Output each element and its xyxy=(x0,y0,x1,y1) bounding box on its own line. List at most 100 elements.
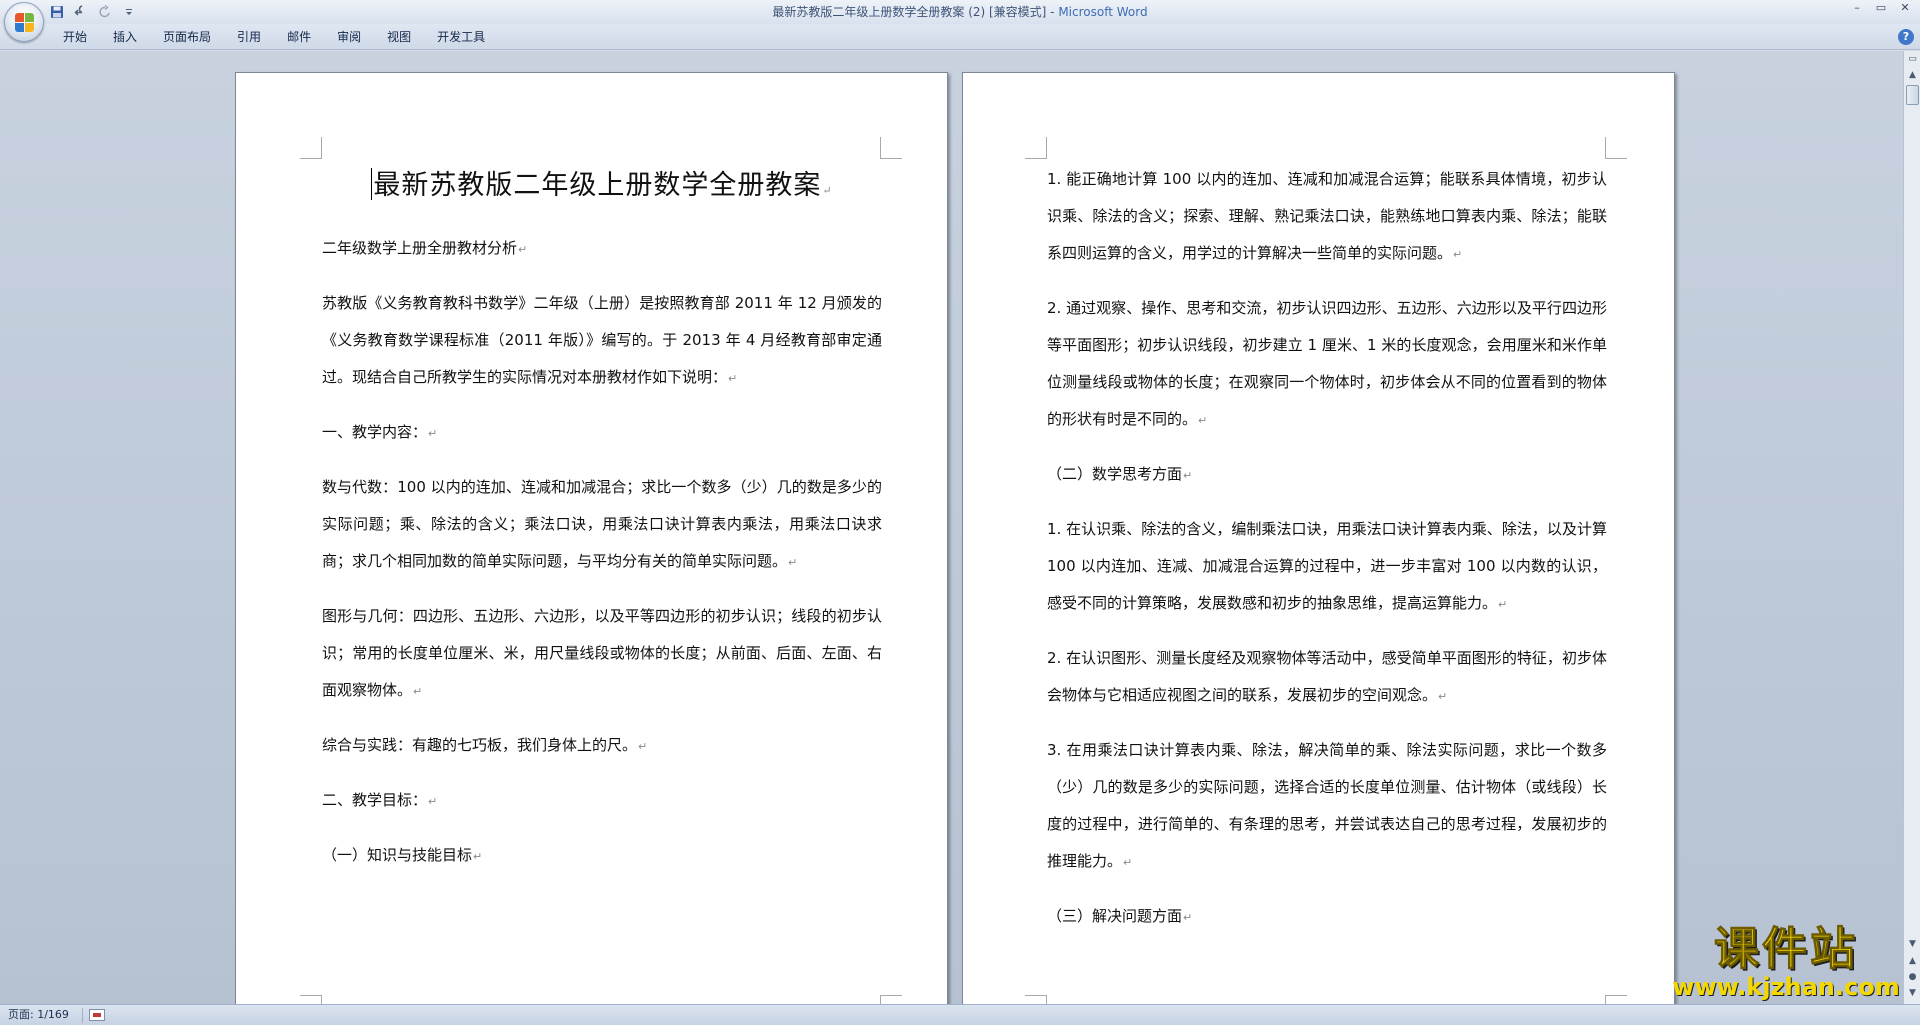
undo-icon[interactable] xyxy=(72,3,90,21)
document-title-text: 最新苏教版二年级上册数学全册教案 xyxy=(373,170,822,201)
paragraph: 苏教版《义务教育教科书数学》二年级（上册）是按照教育部 2011 年 12 月颁… xyxy=(322,285,882,397)
paragraph: 综合与实践：有趣的七巧板，我们身体上的尺。↵ xyxy=(322,727,882,765)
tab-mailings[interactable]: 邮件 xyxy=(274,24,324,50)
quick-access-toolbar xyxy=(48,3,138,21)
margin-corner-mark xyxy=(1025,137,1047,159)
ribbon-tabs: 开始 插入 页面布局 引用 邮件 审阅 视图 开发工具 xyxy=(50,24,498,50)
margin-corner-mark xyxy=(300,995,322,1004)
office-button[interactable] xyxy=(4,2,44,42)
paragraph: 1. 能正确地计算 100 以内的连加、连减和加减混合运算；能联系具体情境，初步… xyxy=(1047,161,1607,273)
paragraph: 一、教学内容：↵ xyxy=(322,414,882,452)
paragraph-text: 综合与实践：有趣的七巧板，我们身体上的尺。 xyxy=(322,736,638,754)
page-1[interactable]: 最新苏教版二年级上册数学全册教案↵ 二年级数学上册全册教材分析↵ 苏教版《义务教… xyxy=(235,72,948,1004)
restore-button[interactable]: ▭ xyxy=(1870,0,1892,16)
paragraph-mark: ↵ xyxy=(428,795,438,808)
page-2[interactable]: 1. 能正确地计算 100 以内的连加、连减和加减混合运算；能联系具体情境，初步… xyxy=(962,72,1675,1004)
margin-corner-mark xyxy=(880,137,902,159)
margin-corner-mark xyxy=(1025,995,1047,1004)
paragraph-text: 2. 在认识图形、测量长度经及观察物体等活动中，感受简单平面图形的特征，初步体会… xyxy=(1047,649,1607,704)
paragraph-mark: ↵ xyxy=(728,372,738,385)
tab-page-layout[interactable]: 页面布局 xyxy=(150,24,224,50)
margin-corner-mark xyxy=(300,137,322,159)
vertical-scrollbar[interactable]: ▭ ▲ ▼ ▲ ● ▼ xyxy=(1903,51,1920,1004)
page-2-body: 1. 能正确地计算 100 以内的连加、连减和加减混合运算；能联系具体情境，初步… xyxy=(1047,161,1607,953)
paragraph-mark: ↵ xyxy=(518,243,528,256)
margin-corner-mark xyxy=(880,995,902,1004)
select-browse-object-icon[interactable]: ● xyxy=(1905,969,1920,985)
ruler-toggle-icon[interactable]: ▭ xyxy=(1905,51,1920,67)
paragraph-mark: ↵ xyxy=(473,850,483,863)
paragraph-text: 2. 通过观察、操作、思考和交流，初步认识四边形、五边形、六边形以及平行四边形等… xyxy=(1047,299,1607,428)
document-name: 最新苏教版二年级上册数学全册教案 (2) [兼容模式] - xyxy=(772,5,1059,19)
proofing-status-icon[interactable] xyxy=(89,1009,105,1021)
window-title: 最新苏教版二年级上册数学全册教案 (2) [兼容模式] - Microsoft … xyxy=(0,0,1920,24)
paragraph: 二年级数学上册全册教材分析↵ xyxy=(322,230,882,268)
tab-insert[interactable]: 插入 xyxy=(100,24,150,50)
paragraph-text: 一、教学内容： xyxy=(322,423,428,441)
window-controls: – ▭ ✕ xyxy=(1846,0,1916,18)
paragraph-mark: ↵ xyxy=(413,685,423,698)
margin-corner-mark xyxy=(1605,995,1627,1004)
watermark-text: 课件站 xyxy=(1713,922,1858,975)
paragraph-mark: ↵ xyxy=(822,184,833,197)
paragraph: 二、教学目标：↵ xyxy=(322,782,882,820)
paragraph: 2. 在认识图形、测量长度经及观察物体等活动中，感受简单平面图形的特征，初步体会… xyxy=(1047,640,1607,715)
paragraph-mark: ↵ xyxy=(788,556,798,569)
tab-developer[interactable]: 开发工具 xyxy=(424,24,498,50)
tab-references[interactable]: 引用 xyxy=(224,24,274,50)
page-1-body: 最新苏教版二年级上册数学全册教案↵ 二年级数学上册全册教材分析↵ 苏教版《义务教… xyxy=(322,161,882,892)
customize-icon[interactable] xyxy=(120,3,138,21)
redo-icon[interactable] xyxy=(96,3,114,21)
paragraph-mark: ↵ xyxy=(638,740,648,753)
paragraph: 图形与几何：四边形、五边形、六边形，以及平等四边形的初步认识；线段的初步认识；常… xyxy=(322,598,882,710)
document-area[interactable]: 最新苏教版二年级上册数学全册教案↵ 二年级数学上册全册教材分析↵ 苏教版《义务教… xyxy=(0,51,1903,1004)
tab-review[interactable]: 审阅 xyxy=(324,24,374,50)
paragraph-text: 1. 在认识乘、除法的含义，编制乘法口诀，用乘法口诀计算表内乘、除法，以及计算 … xyxy=(1047,520,1607,612)
paragraph-text: 苏教版《义务教育教科书数学》二年级（上册）是按照教育部 2011 年 12 月颁… xyxy=(322,294,882,386)
watermark-url: www.kjzhan.com xyxy=(1672,973,1900,1001)
paragraph-mark: ↵ xyxy=(1453,248,1463,261)
paragraph: （三）解决问题方面↵ xyxy=(1047,898,1607,936)
paragraph-text: 3. 在用乘法口诀计算表内乘、除法，解决简单的乘、除法实际问题，求比一个数多（少… xyxy=(1047,741,1607,870)
paragraph-text: （三）解决问题方面 xyxy=(1047,907,1183,925)
paragraph-mark: ↵ xyxy=(1183,911,1193,924)
paragraph-mark: ↵ xyxy=(1183,469,1193,482)
paragraph-text: （一）知识与技能目标 xyxy=(322,846,473,864)
paragraph-text: 1. 能正确地计算 100 以内的连加、连减和加减混合运算；能联系具体情境，初步… xyxy=(1047,170,1607,262)
page-count-status[interactable]: 页面: 1/169 xyxy=(8,1005,69,1025)
paragraph: 1. 在认识乘、除法的含义，编制乘法口诀，用乘法口诀计算表内乘、除法，以及计算 … xyxy=(1047,511,1607,623)
minimize-button[interactable]: – xyxy=(1846,0,1868,16)
paragraph: 2. 通过观察、操作、思考和交流，初步认识四边形、五边形、六边形以及平行四边形等… xyxy=(1047,290,1607,439)
title-bar: 最新苏教版二年级上册数学全册教案 (2) [兼容模式] - Microsoft … xyxy=(0,0,1920,24)
paragraph-text: 二年级数学上册全册教材分析 xyxy=(322,239,518,257)
paragraph: （二）数学思考方面↵ xyxy=(1047,456,1607,494)
margin-corner-mark xyxy=(1605,137,1627,159)
paragraph-text: 二、教学目标： xyxy=(322,791,428,809)
paragraph-mark: ↵ xyxy=(1198,414,1208,427)
tab-home[interactable]: 开始 xyxy=(50,24,100,50)
scroll-thumb[interactable] xyxy=(1906,85,1919,105)
status-bar: 页面: 1/169 xyxy=(0,1004,1920,1025)
app-name: Microsoft Word xyxy=(1058,5,1148,19)
ribbon-tab-bar: 开始 插入 页面布局 引用 邮件 审阅 视图 开发工具 ? xyxy=(0,24,1920,50)
tab-view[interactable]: 视图 xyxy=(374,24,424,50)
paragraph-text: 图形与几何：四边形、五边形、六边形，以及平等四边形的初步认识；线段的初步认识；常… xyxy=(322,607,882,699)
office-logo-icon xyxy=(15,13,35,33)
paragraph-mark: ↵ xyxy=(1438,690,1448,703)
paragraph-mark: ↵ xyxy=(428,427,438,440)
document-title: 最新苏教版二年级上册数学全册教案↵ xyxy=(322,161,882,202)
close-button[interactable]: ✕ xyxy=(1894,0,1916,16)
paragraph: 数与代数：100 以内的连加、连减和加减混合；求比一个数多（少）几的数是多少的实… xyxy=(322,469,882,581)
paragraph-text: （二）数学思考方面 xyxy=(1047,465,1183,483)
watermark-logo: 课件站 www.kjzhan.com xyxy=(1668,922,1904,1002)
save-icon[interactable] xyxy=(48,3,66,21)
scroll-up-icon[interactable]: ▲ xyxy=(1905,67,1920,83)
paragraph: （一）知识与技能目标↵ xyxy=(322,837,882,875)
scroll-down-icon[interactable]: ▼ xyxy=(1905,936,1920,952)
paragraph-mark: ↵ xyxy=(1498,598,1508,611)
next-page-icon[interactable]: ▼ xyxy=(1905,985,1920,1001)
help-icon[interactable]: ? xyxy=(1898,29,1914,45)
paragraph: 3. 在用乘法口诀计算表内乘、除法，解决简单的乘、除法实际问题，求比一个数多（少… xyxy=(1047,732,1607,881)
previous-page-icon[interactable]: ▲ xyxy=(1905,953,1920,969)
paragraph-text: 数与代数：100 以内的连加、连减和加减混合；求比一个数多（少）几的数是多少的实… xyxy=(322,478,882,570)
